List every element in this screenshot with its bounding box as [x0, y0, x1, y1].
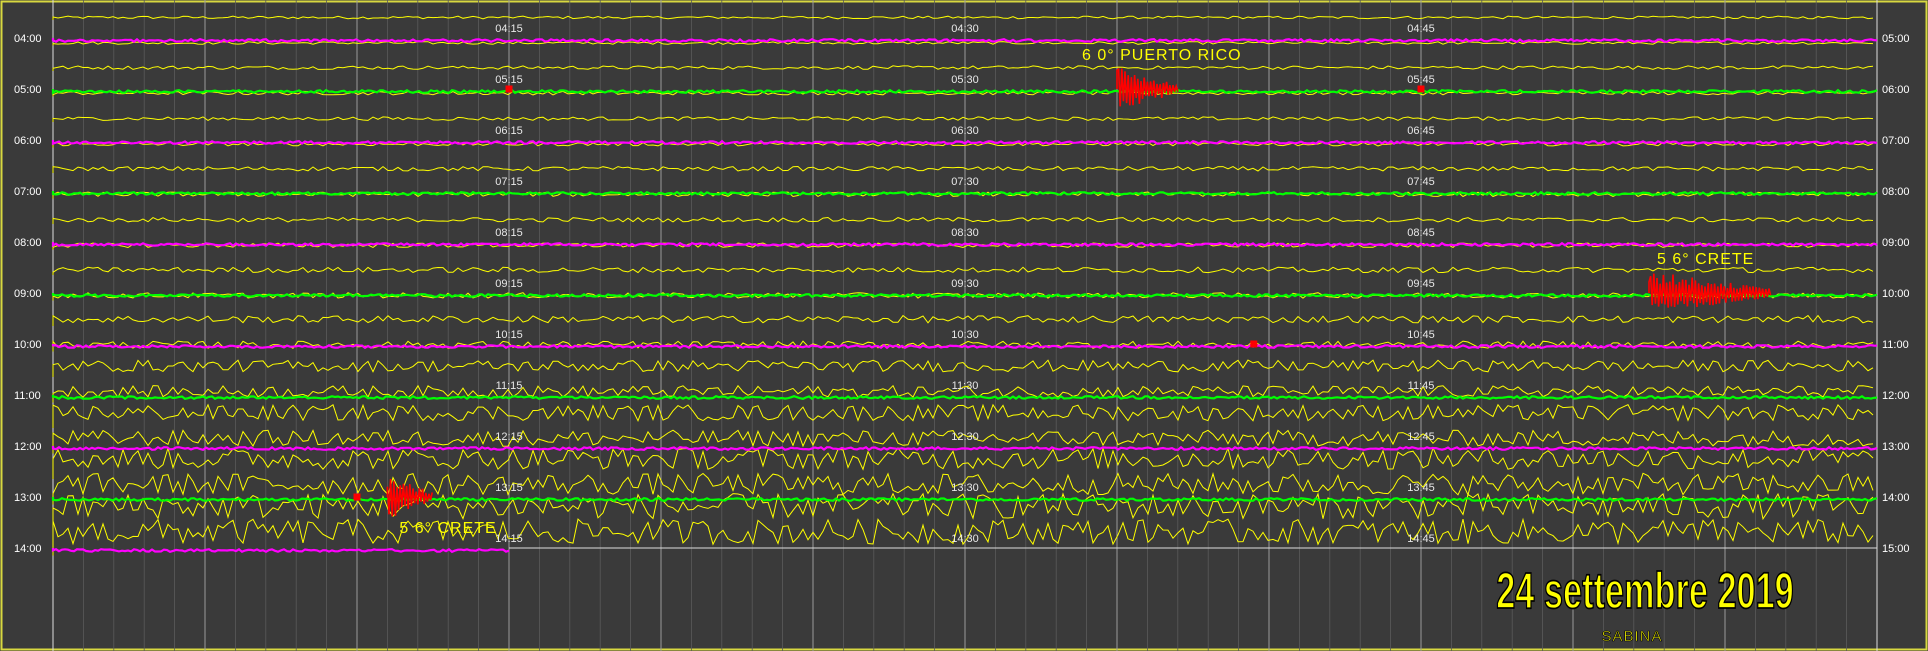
minute-label: 07:15: [495, 176, 523, 188]
minute-label: 12:30: [951, 431, 979, 443]
hour-label-right: 06:00: [1882, 84, 1910, 96]
minute-label: 08:45: [1407, 227, 1435, 239]
minute-label: 07:30: [951, 176, 979, 188]
minute-label: 08:30: [951, 227, 979, 239]
minute-label: 09:45: [1407, 278, 1435, 290]
minute-label: 10:30: [951, 329, 979, 341]
seismogram-chart: 6 0° PUERTO RICO 5 6° CRETE 5 6° CRETE 04:…: [0, 0, 1928, 651]
hour-label-right: 08:00: [1882, 186, 1910, 198]
hour-label-left: 04:00: [14, 33, 42, 45]
minute-label: 14:15: [495, 533, 523, 545]
event-mark: [505, 85, 513, 93]
minute-label: 05:15: [495, 74, 523, 86]
event-label: 5 6° CRETE: [1657, 251, 1754, 268]
minute-label: 13:45: [1407, 482, 1435, 494]
minute-label: 14:45: [1407, 533, 1435, 545]
minute-label: 11:45: [1408, 380, 1435, 392]
minute-label: 10:45: [1407, 329, 1435, 341]
minute-label: 06:30: [951, 125, 979, 137]
hour-label-left: 07:00: [14, 186, 42, 198]
hour-label-left: 09:00: [14, 288, 42, 300]
event-label: 6 0° PUERTO RICO: [1082, 47, 1242, 64]
hour-label-left: 06:00: [14, 135, 42, 147]
hour-label-left: 14:00: [14, 543, 42, 555]
minute-label: 14:30: [951, 533, 979, 545]
minute-label: 13:15: [495, 482, 523, 494]
minute-label: 04:30: [951, 23, 979, 35]
minute-label: 05:30: [951, 74, 979, 86]
hour-label-left: 12:00: [14, 441, 42, 453]
chart-title: 24 settembre 2019: [1496, 563, 1794, 619]
hour-label-left: 10:00: [14, 339, 42, 351]
minute-label: 12:45: [1407, 431, 1435, 443]
minute-label: 06:45: [1407, 125, 1435, 137]
hour-label-right: 15:00: [1882, 543, 1910, 555]
minute-label: 10:15: [495, 329, 523, 341]
hour-label-left: 11:00: [14, 390, 41, 402]
minute-label: 09:15: [495, 278, 523, 290]
minute-label: 04:45: [1407, 23, 1435, 35]
hour-label-left: 08:00: [14, 237, 42, 249]
minute-label: 04:15: [495, 23, 523, 35]
event-mark: [1417, 85, 1425, 93]
minute-label: 08:15: [495, 227, 523, 239]
minute-label: 11:30: [952, 380, 979, 392]
hour-label-right: 09:00: [1882, 237, 1910, 249]
chart-background: [0, 0, 1928, 651]
minute-label: 05:45: [1407, 74, 1435, 86]
minute-label: 13:30: [951, 482, 979, 494]
minute-label: 07:45: [1407, 176, 1435, 188]
minute-label: 12:15: [495, 431, 523, 443]
hour-label-right: 11:00: [1882, 339, 1909, 351]
event-label: 5 6° CRETE: [399, 520, 496, 537]
hour-label-right: 05:00: [1882, 33, 1910, 45]
hour-label-right: 14:00: [1882, 492, 1910, 504]
minute-label: 06:15: [495, 125, 523, 137]
minute-label: 11:15: [496, 380, 523, 392]
hour-label-right: 13:00: [1882, 441, 1910, 453]
event-mark: [1250, 340, 1258, 348]
hour-label-left: 05:00: [14, 84, 42, 96]
minute-label: 09:30: [951, 278, 979, 290]
chart-subtitle: SABINA: [1601, 628, 1662, 645]
hour-label-right: 12:00: [1882, 390, 1910, 402]
hour-label-left: 13:00: [14, 492, 42, 504]
event-mark: [353, 493, 361, 501]
hour-label-right: 07:00: [1882, 135, 1910, 147]
hour-label-right: 10:00: [1882, 288, 1910, 300]
